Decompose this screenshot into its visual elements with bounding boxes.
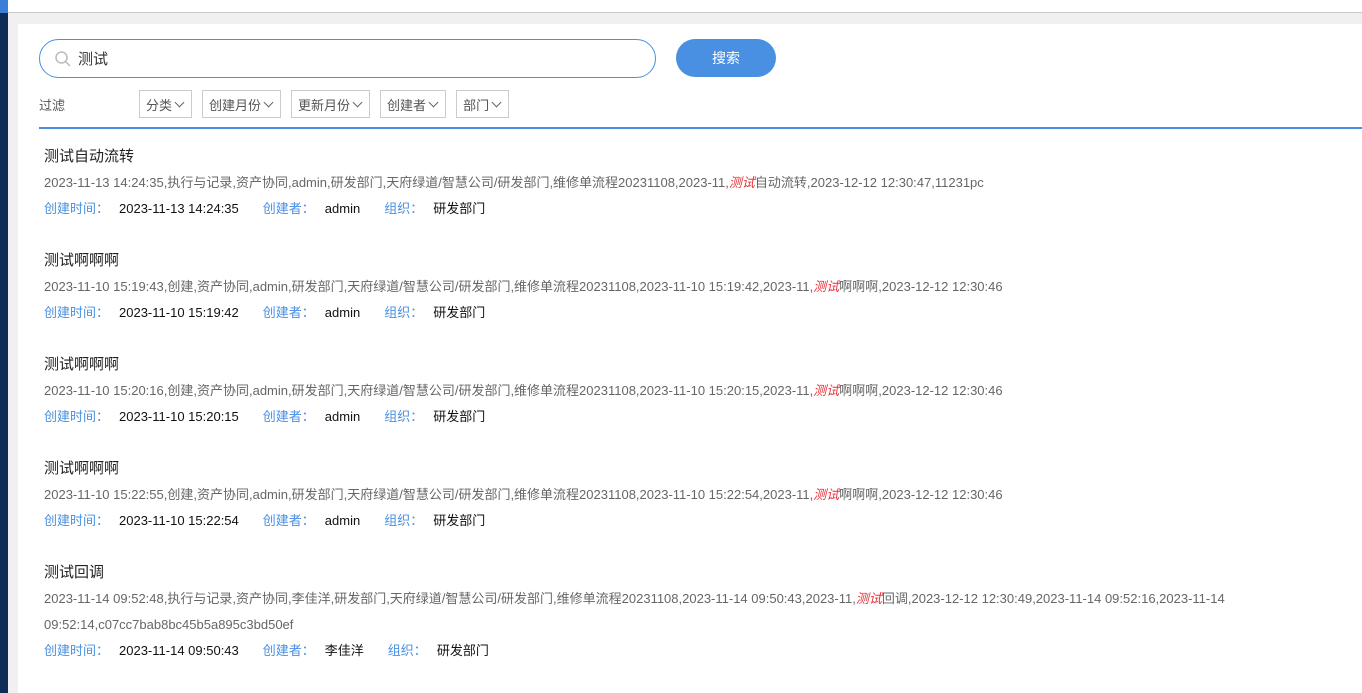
top-bar — [8, 0, 1362, 13]
result-description: 2023-11-10 15:20:16,创建,资产协同,admin,研发部门,天… — [44, 378, 1332, 404]
creator-value: admin — [324, 305, 361, 320]
org-value: 研发部门 — [436, 643, 489, 658]
org-value: 研发部门 — [433, 409, 486, 424]
filter-dropdown[interactable]: 创建月份 — [202, 90, 282, 118]
result-item: 测试啊啊啊 2023-11-10 15:20:16,创建,资产协同,admin,… — [44, 354, 1332, 458]
org-label: 组织： — [384, 201, 424, 216]
result-title[interactable]: 测试啊啊啊 — [44, 250, 1332, 272]
creator-label: 创建者： — [262, 201, 315, 216]
org-value: 研发部门 — [433, 305, 486, 320]
result-item: 测试回调 2023-11-14 09:52:48,执行与记录,资产协同,李佳洋,… — [44, 562, 1332, 692]
sidebar-accent — [0, 0, 8, 13]
results-list: 测试自动流转 2023-11-13 14:24:35,执行与记录,资产协同,ad… — [44, 146, 1332, 692]
org-label: 组织： — [384, 409, 424, 424]
creator-label: 创建者： — [262, 643, 315, 658]
desc-text: 啊啊啊,2023-12-12 12:30:46 — [839, 279, 1003, 294]
result-title[interactable]: 测试自动流转 — [44, 146, 1332, 168]
result-meta: 创建时间： 2023-11-13 14:24:35 创建者： admin 组织： 研发… — [44, 197, 1332, 221]
chevron-down-icon — [428, 97, 439, 107]
result-item: 测试啊啊啊 2023-11-10 15:19:43,创建,资产协同,admin,… — [44, 250, 1332, 354]
filter-dropdown-label: 创建者 — [387, 97, 427, 113]
created-time-label: 创建时间： — [44, 305, 110, 320]
result-description: 2023-11-14 09:52:48,执行与记录,资产协同,李佳洋,研发部门,… — [44, 586, 1332, 638]
desc-text: 2023-11-10 15:19:43,创建,资产协同,admin,研发部门,天… — [44, 279, 814, 294]
desc-text: 自动流转,2023-12-12 12:30:47,11231pc — [754, 175, 984, 190]
chevron-down-icon — [263, 97, 274, 107]
filter-dropdown-label: 部门 — [463, 97, 490, 113]
creator-label: 创建者： — [262, 305, 315, 320]
result-description: 2023-11-10 15:22:55,创建,资产协同,admin,研发部门,天… — [44, 482, 1332, 508]
created-time-value: 2023-11-14 09:50:43 — [119, 643, 239, 658]
result-meta: 创建时间： 2023-11-10 15:20:15 创建者： admin 组织： 研发… — [44, 405, 1332, 429]
org-value: 研发部门 — [433, 201, 486, 216]
result-title[interactable]: 测试回调 — [44, 562, 1332, 584]
result-title[interactable]: 测试啊啊啊 — [44, 458, 1332, 480]
result-item: 测试啊啊啊 2023-11-10 15:22:55,创建,资产协同,admin,… — [44, 458, 1332, 562]
creator-value: admin — [324, 201, 361, 216]
created-time-label: 创建时间： — [44, 643, 110, 658]
search-panel: 搜索 过滤 分类 创建月份 更新月份 创建者 部门 测试自动流转 2023-11-13 … — [18, 24, 1362, 693]
filter-dropdown[interactable]: 更新月份 — [291, 90, 371, 118]
search-button[interactable]: 搜索 — [676, 39, 776, 77]
search-highlight: 测试 — [813, 279, 840, 294]
created-time-label: 创建时间： — [44, 201, 110, 216]
desc-text: 2023-11-10 15:22:55,创建,资产协同,admin,研发部门,天… — [44, 487, 814, 502]
filter-dropdown-label: 创建月份 — [209, 97, 262, 113]
app-sidebar-edge — [0, 0, 8, 693]
search-input[interactable] — [78, 50, 598, 67]
chevron-down-icon — [352, 97, 363, 107]
org-label: 组织： — [384, 305, 424, 320]
result-description: 2023-11-10 15:19:43,创建,资产协同,admin,研发部门,天… — [44, 274, 1332, 300]
search-highlight: 测试 — [728, 175, 755, 190]
created-time-value: 2023-11-10 15:20:15 — [119, 409, 239, 424]
creator-value: admin — [324, 513, 361, 528]
creator-label: 创建者： — [262, 409, 315, 424]
created-time-value: 2023-11-10 15:22:54 — [119, 513, 239, 528]
chevron-down-icon — [174, 97, 185, 107]
search-highlight: 测试 — [813, 383, 840, 398]
filter-dropdown[interactable]: 创建者 — [380, 90, 447, 118]
filter-label: 过滤 — [39, 97, 66, 113]
result-item: 测试自动流转 2023-11-13 14:24:35,执行与记录,资产协同,ad… — [44, 146, 1332, 250]
created-time-value: 2023-11-13 14:24:35 — [119, 201, 239, 216]
search-highlight: 测试 — [813, 487, 840, 502]
desc-text: 2023-11-10 15:20:16,创建,资产协同,admin,研发部门,天… — [44, 383, 814, 398]
divider — [39, 127, 1362, 129]
created-time-value: 2023-11-10 15:19:42 — [119, 305, 239, 320]
creator-value: 李佳洋 — [324, 643, 364, 658]
creator-label: 创建者： — [262, 513, 315, 528]
created-time-label: 创建时间： — [44, 513, 110, 528]
desc-text: 啊啊啊,2023-12-12 12:30:46 — [839, 487, 1003, 502]
filter-bar: 过滤 分类 创建月份 更新月份 创建者 部门 — [39, 90, 519, 118]
org-label: 组织： — [387, 643, 427, 658]
search-icon — [55, 50, 71, 67]
search-box[interactable] — [39, 39, 656, 78]
org-value: 研发部门 — [433, 513, 486, 528]
result-title[interactable]: 测试啊啊啊 — [44, 354, 1332, 376]
desc-text: 2023-11-14 09:52:48,执行与记录,资产协同,李佳洋,研发部门,… — [44, 591, 856, 606]
result-meta: 创建时间： 2023-11-10 15:19:42 创建者： admin 组织： 研发… — [44, 301, 1332, 325]
filter-dropdown[interactable]: 部门 — [456, 90, 510, 118]
filter-dropdown-label: 分类 — [146, 97, 173, 113]
created-time-label: 创建时间： — [44, 409, 110, 424]
filter-dropdown-label: 更新月份 — [298, 97, 351, 113]
result-description: 2023-11-13 14:24:35,执行与记录,资产协同,admin,研发部… — [44, 170, 1332, 196]
creator-value: admin — [324, 409, 361, 424]
filter-dropdown[interactable]: 分类 — [139, 90, 193, 118]
desc-text: 2023-11-13 14:24:35,执行与记录,资产协同,admin,研发部… — [44, 175, 729, 190]
desc-text: 啊啊啊,2023-12-12 12:30:46 — [839, 383, 1003, 398]
chevron-down-icon — [491, 97, 502, 107]
search-highlight: 测试 — [855, 591, 882, 606]
result-meta: 创建时间： 2023-11-10 15:22:54 创建者： admin 组织： 研发… — [44, 509, 1332, 533]
org-label: 组织： — [384, 513, 424, 528]
result-meta: 创建时间： 2023-11-14 09:50:43 创建者： 李佳洋 组织： 研发部门 — [44, 639, 1332, 663]
